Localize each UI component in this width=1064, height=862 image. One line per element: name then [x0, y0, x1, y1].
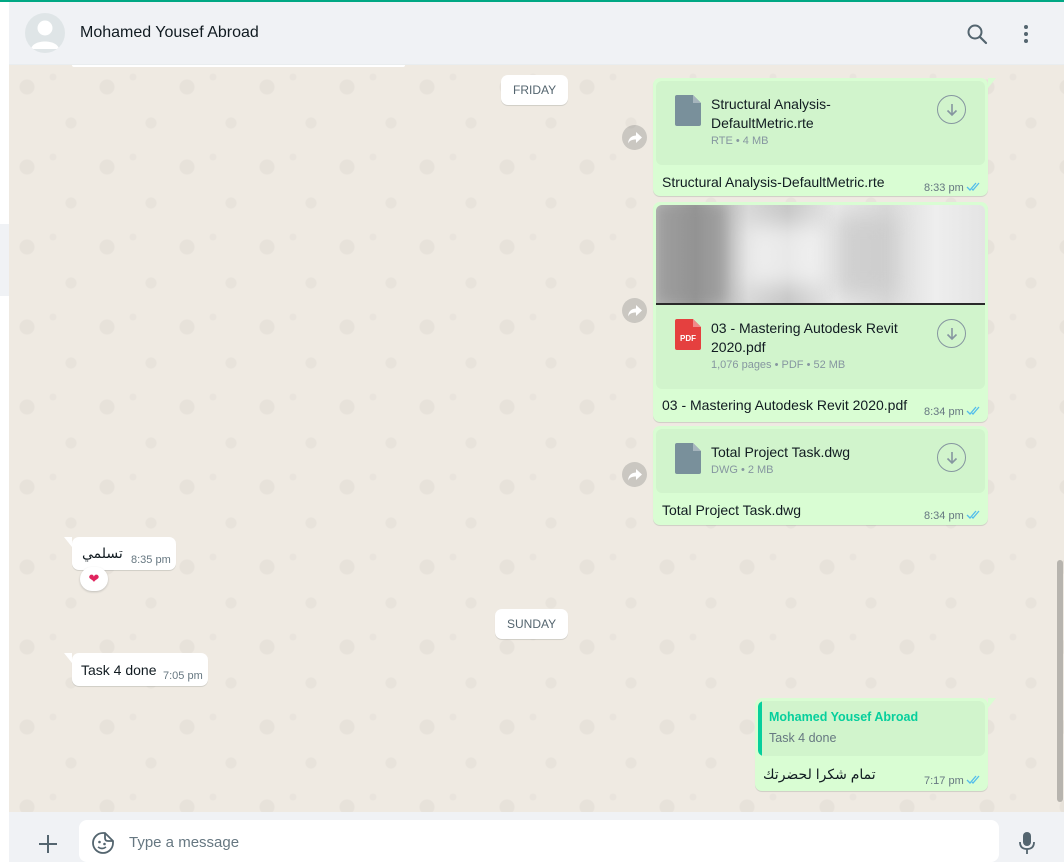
document-name: 03 - Mastering Autodesk Revit 2020.pdf	[711, 320, 898, 355]
message-caption: 03 - Mastering Autodesk Revit 2020.pdf	[662, 397, 908, 413]
document-meta: DWG • 2 MB	[711, 464, 774, 476]
document-name: Total Project Task.dwg	[711, 444, 851, 460]
message-input-box[interactable]	[79, 820, 999, 862]
chat-scrollbar[interactable]	[1057, 560, 1063, 802]
document-file-icon	[675, 95, 701, 126]
quoted-sender: Mohamed Yousef Abroad	[769, 710, 919, 724]
sticker-icon[interactable]	[91, 831, 115, 855]
heart-reaction-icon[interactable]: ❤	[80, 567, 108, 591]
message-text: تمام شكرا لحضرتك	[763, 766, 876, 782]
quoted-message[interactable]: Mohamed Yousef Abroad Task 4 done	[758, 701, 985, 756]
download-button[interactable]	[937, 95, 966, 124]
forward-icon	[627, 304, 642, 316]
previous-message-edge	[72, 65, 405, 67]
message-text: Task 4 done	[81, 662, 157, 678]
default-avatar-icon	[31, 20, 59, 49]
contact-name[interactable]: Mohamed Yousef Abroad	[80, 24, 259, 42]
pdf-badge-label: PDF	[680, 334, 696, 343]
date-divider-sunday: SUNDAY	[495, 609, 569, 639]
document-meta: RTE • 4 MB	[711, 135, 769, 147]
mic-icon[interactable]	[1015, 829, 1039, 857]
download-arrow-icon	[946, 327, 957, 340]
forward-button[interactable]	[622, 125, 647, 150]
document-file-icon	[675, 443, 701, 474]
document-card[interactable]: Structural Analysis-DefaultMetric.rte RT…	[656, 81, 985, 165]
chat-header: Mohamed Yousef Abroad	[9, 2, 1064, 65]
forward-icon	[627, 468, 642, 480]
message-text-incoming[interactable]: تسلمي 8:35 pm	[64, 537, 176, 570]
download-button[interactable]	[937, 443, 966, 472]
message-time: 8:34 pm	[924, 406, 964, 418]
message-document-3[interactable]: Total Project Task.dwg DWG • 2 MB Total …	[653, 426, 988, 525]
attach-plus-icon[interactable]	[34, 830, 62, 858]
forward-button[interactable]	[622, 298, 647, 323]
document-meta: 1,076 pages • PDF • 52 MB	[711, 359, 846, 371]
message-document-2[interactable]: PDF 03 - Mastering Autodesk Revit 2020.p…	[653, 202, 988, 422]
message-document-1[interactable]: Structural Analysis-DefaultMetric.rte RT…	[653, 78, 996, 196]
pdf-file-icon: PDF	[675, 319, 701, 350]
read-ticks-icon	[966, 775, 980, 784]
menu-icon[interactable]	[1013, 21, 1039, 47]
forward-button[interactable]	[622, 462, 647, 487]
message-time: 8:33 pm	[924, 182, 964, 194]
message-input[interactable]	[127, 828, 971, 856]
forward-icon	[627, 131, 642, 143]
download-arrow-icon	[946, 451, 957, 464]
message-time: 8:34 pm	[924, 510, 964, 522]
message-composer	[9, 812, 1064, 862]
message-reply-outgoing[interactable]: Mohamed Yousef Abroad Task 4 done تمام ش…	[755, 698, 996, 791]
download-button[interactable]	[937, 319, 966, 348]
message-time: 7:17 pm	[924, 775, 964, 787]
read-ticks-icon	[966, 182, 980, 191]
avatar[interactable]	[25, 13, 65, 53]
message-text: تسلمي	[82, 545, 123, 561]
quoted-text: Task 4 done	[769, 731, 837, 745]
message-caption: Total Project Task.dwg	[662, 502, 802, 518]
document-card[interactable]: PDF 03 - Mastering Autodesk Revit 2020.p…	[656, 305, 985, 389]
download-arrow-icon	[946, 103, 957, 116]
read-ticks-icon	[966, 510, 980, 519]
left-panel-edge	[0, 2, 9, 862]
pdf-preview-thumbnail[interactable]	[656, 205, 985, 305]
message-time: 7:05 pm	[163, 670, 203, 682]
chat-panel[interactable]: FRIDAY Structural Analysis-DefaultMetric…	[9, 65, 1064, 812]
message-text-incoming[interactable]: Task 4 done 7:05 pm	[64, 653, 208, 686]
document-card[interactable]: Total Project Task.dwg DWG • 2 MB	[656, 429, 985, 493]
document-name: Structural Analysis-DefaultMetric.rte	[711, 96, 831, 131]
read-ticks-icon	[966, 406, 980, 415]
message-caption: Structural Analysis-DefaultMetric.rte	[662, 174, 885, 190]
date-divider-friday: FRIDAY	[501, 75, 569, 105]
search-icon[interactable]	[964, 21, 990, 47]
message-time: 8:35 pm	[131, 554, 171, 566]
